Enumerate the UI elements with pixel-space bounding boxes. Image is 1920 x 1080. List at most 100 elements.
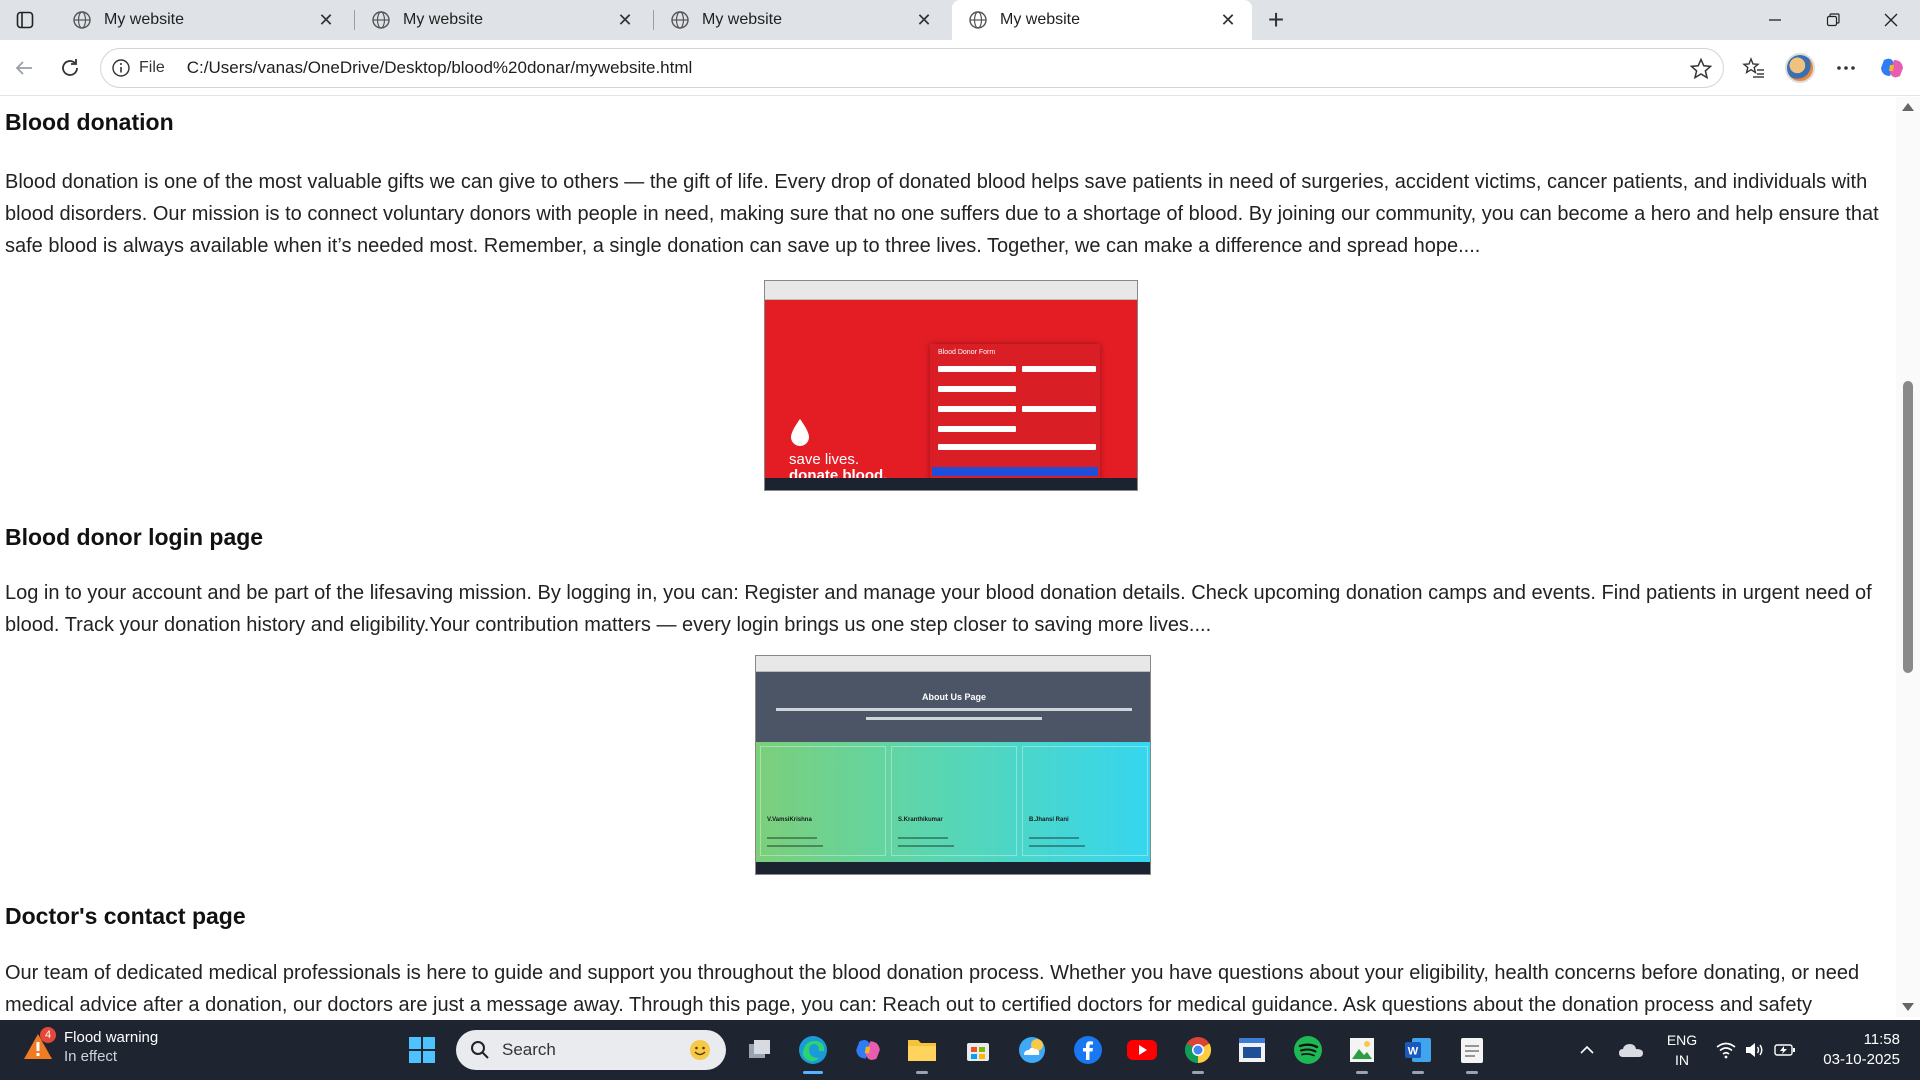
tab-title: My website	[1000, 11, 1081, 28]
tab-strip: My website ✕ My website ✕ My website ✕ M…	[0, 0, 1920, 40]
blood-donor-form-screenshot: save lives. donate blood. Blood Donor Fo…	[764, 280, 1138, 491]
more-menu-button[interactable]	[1830, 52, 1862, 84]
weather-subtitle: In effect	[64, 1048, 118, 1065]
spotify-taskbar-app[interactable]	[1288, 1030, 1328, 1070]
taskbar-clock[interactable]: 11:58 03-10-2025	[1800, 1030, 1900, 1070]
image-editor-icon	[1350, 1038, 1374, 1062]
tab-2[interactable]: My website ✕	[355, 0, 649, 40]
close-tab-icon[interactable]: ✕	[611, 6, 639, 34]
close-window-button[interactable]	[1862, 0, 1920, 40]
taskbar-search[interactable]: Search	[456, 1030, 726, 1070]
form-field	[938, 406, 1016, 412]
clock-time: 11:58	[1863, 1031, 1900, 1048]
section-title-doctors: Doctor's contact page	[5, 903, 246, 929]
copilot-taskbar-app[interactable]	[848, 1030, 888, 1070]
team-card: S.Kranthikumar	[891, 746, 1017, 856]
form-field	[938, 366, 1016, 372]
favorites-button[interactable]	[1738, 52, 1770, 84]
folder-icon	[908, 1040, 936, 1061]
task-view-button[interactable]	[740, 1030, 780, 1070]
start-button[interactable]	[402, 1030, 442, 1070]
card-text-line	[898, 845, 954, 847]
address-bar[interactable]: File C:/Users/vanas/OneDrive/Desktop/blo…	[100, 48, 1724, 88]
form-title: Blood Donor Form	[938, 349, 996, 356]
battery-charging-icon	[1774, 1044, 1795, 1056]
weather-title: Flood warning	[64, 1029, 159, 1046]
task-view-icon	[749, 1040, 770, 1058]
onedrive-tray-button[interactable]	[1618, 1020, 1644, 1080]
screenshot-browser-chrome	[756, 656, 1150, 672]
close-tab-icon[interactable]: ✕	[1214, 6, 1242, 34]
team-member-name: S.Kranthikumar	[898, 817, 943, 823]
cloud-icon	[1619, 1044, 1643, 1057]
more-dots-icon	[1837, 66, 1855, 70]
globe-icon	[73, 11, 91, 29]
windows-logo-icon	[409, 1037, 435, 1063]
word-taskbar-app[interactable]: W	[1398, 1030, 1438, 1074]
show-hidden-icons-button[interactable]	[1578, 1020, 1596, 1080]
tab-4-active[interactable]: My website ✕	[952, 0, 1252, 40]
scroll-down-arrow-icon[interactable]	[1902, 1003, 1914, 1011]
avatar	[1785, 53, 1815, 83]
form-field	[938, 426, 1016, 432]
weather-widget[interactable]: 4 Flood warning In effect	[22, 1027, 159, 1066]
refresh-button[interactable]	[52, 50, 88, 86]
facebook-taskbar-app[interactable]	[1068, 1030, 1108, 1070]
window-app-taskbar-app[interactable]	[1232, 1030, 1272, 1070]
screenshot-red-background: save lives. donate blood. Blood Donor Fo…	[765, 300, 1137, 484]
volume-tray-button[interactable]	[1744, 1020, 1764, 1080]
network-tray-button[interactable]	[1716, 1020, 1736, 1080]
chevron-up-icon	[1580, 1045, 1594, 1054]
restore-button[interactable]	[1804, 0, 1862, 40]
form-field	[938, 386, 1016, 392]
new-tab-button[interactable]: +	[1260, 4, 1292, 36]
weather-app-taskbar-app[interactable]	[1012, 1030, 1052, 1070]
restore-icon	[1826, 13, 1840, 27]
copilot-icon	[856, 1040, 880, 1060]
edge-icon	[799, 1036, 827, 1064]
favorite-star-icon[interactable]	[1689, 57, 1713, 81]
image-editor-taskbar-app[interactable]	[1342, 1030, 1382, 1074]
close-tab-icon[interactable]: ✕	[910, 6, 938, 34]
store-taskbar-app[interactable]	[958, 1030, 998, 1070]
scroll-up-arrow-icon[interactable]	[1902, 103, 1914, 111]
card-text-line	[1029, 845, 1085, 847]
close-icon	[1884, 13, 1898, 27]
form-field	[1022, 366, 1096, 372]
about-us-header: About Us Page	[756, 672, 1150, 742]
team-card: V.VamsiKrishna	[760, 746, 886, 856]
spotify-icon	[1294, 1036, 1322, 1064]
team-member-name: B.Jhansi Rani	[1029, 817, 1069, 823]
info-icon[interactable]	[111, 58, 131, 78]
page-scrollbar[interactable]	[1896, 97, 1920, 1017]
search-icon	[471, 1041, 489, 1059]
tab-1[interactable]: My website ✕	[56, 0, 350, 40]
scroll-thumb[interactable]	[1903, 381, 1913, 673]
globe-icon	[372, 11, 390, 29]
weather-app-icon	[1019, 1037, 1045, 1063]
language-code: ENG	[1666, 1032, 1698, 1048]
copilot-button[interactable]	[1876, 52, 1908, 84]
about-us-heading: About Us Page	[921, 692, 986, 702]
battery-tray-button[interactable]	[1774, 1020, 1796, 1080]
tab-3[interactable]: My website ✕	[654, 0, 948, 40]
minimize-button[interactable]	[1746, 0, 1804, 40]
copilot-icon	[1881, 58, 1903, 78]
minimize-icon	[1769, 19, 1781, 21]
card-text-line	[1029, 837, 1079, 839]
chrome-taskbar-app[interactable]	[1178, 1030, 1218, 1074]
screenshot-taskbar	[756, 862, 1150, 874]
editor-taskbar-app[interactable]	[1452, 1030, 1492, 1074]
close-tab-icon[interactable]: ✕	[312, 6, 340, 34]
card-text-line	[767, 845, 823, 847]
profile-button[interactable]	[1784, 52, 1816, 84]
file-explorer-taskbar-app[interactable]	[902, 1030, 942, 1074]
back-button[interactable]	[6, 50, 42, 86]
edge-taskbar-app[interactable]	[793, 1030, 833, 1074]
clock-date: 03-10-2025	[1823, 1051, 1900, 1068]
url-text[interactable]: C:/Users/vanas/OneDrive/Desktop/blood%20…	[187, 58, 693, 78]
youtube-taskbar-app[interactable]	[1122, 1030, 1162, 1070]
flood-warning-icon: 4	[22, 1027, 56, 1063]
language-indicator[interactable]: ENG IN	[1662, 1030, 1702, 1070]
tab-actions-button[interactable]	[0, 0, 50, 40]
